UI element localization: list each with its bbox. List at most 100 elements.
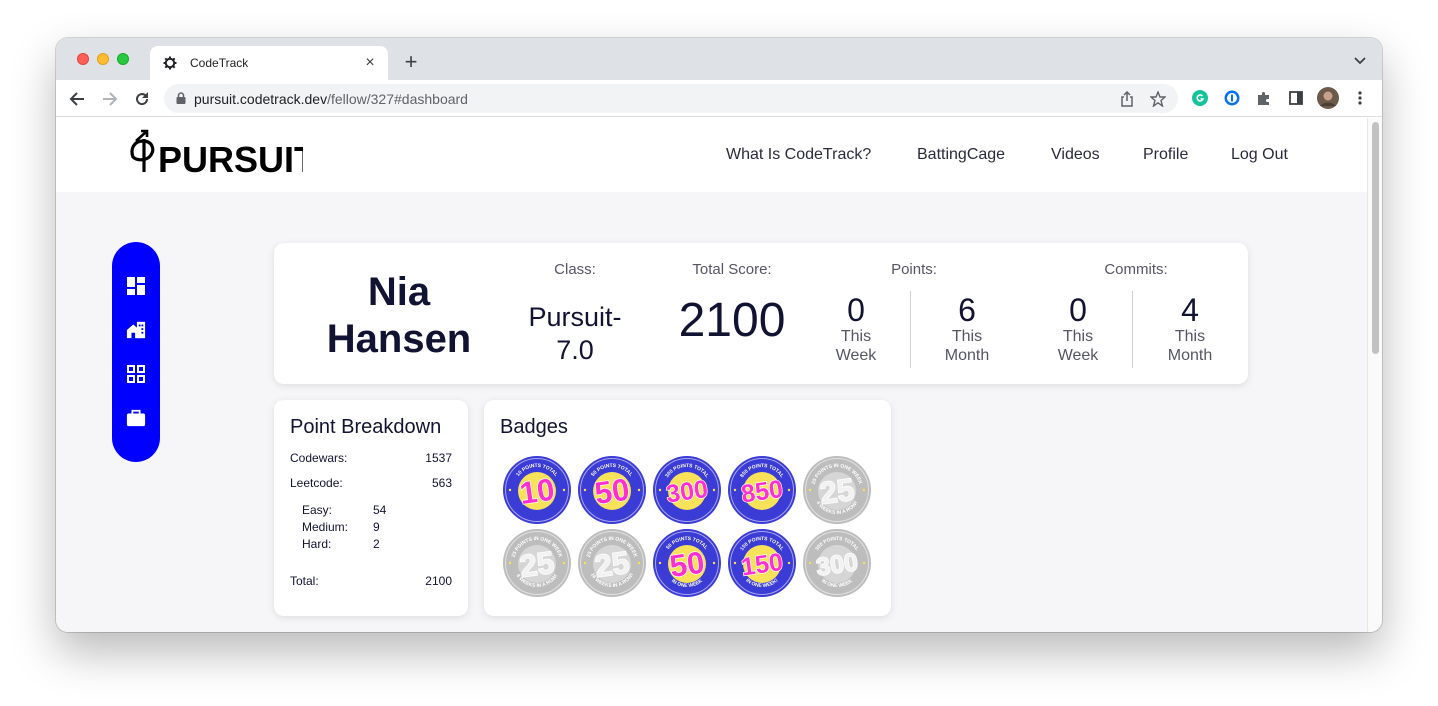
tab-close-icon[interactable]: ×	[360, 53, 380, 73]
badge-8[interactable]: 50 POINTS TOTAL IN ONE WEEK 50	[652, 528, 722, 598]
tab-title: CodeTrack	[190, 56, 249, 70]
commits-this-week: 0 This Week	[1028, 293, 1128, 365]
commits-this-month: 4 This Month	[1140, 293, 1240, 365]
commits-week-value: 0	[1069, 292, 1087, 328]
commits-label: Commits:	[1104, 261, 1168, 278]
easy-label: Easy:	[302, 503, 333, 517]
nav-battingcage[interactable]: BattingCage	[917, 146, 1005, 164]
briefcase-icon[interactable]	[126, 408, 146, 428]
badge-5[interactable]: 25 POINTS IN ONE WEEK 4 WEEKS IN A ROW! 25	[802, 455, 872, 525]
points-label: Points:	[891, 261, 937, 278]
medium-value: 9	[373, 520, 380, 534]
close-window-button[interactable]	[77, 53, 89, 65]
chevron-down-icon[interactable]	[1352, 52, 1368, 68]
browser-toolbar: pursuit.codetrack.dev/fellow/327#dashboa…	[56, 80, 1382, 117]
lock-icon	[176, 91, 186, 107]
browser-window: CodeTrack × + pursuit.codetrack.dev/fell…	[56, 38, 1382, 632]
grammarly-extension-icon[interactable]	[1191, 89, 1209, 107]
badges-card: Badges 10 POINTS TOTAL 10 50 POINTS TOTAL 5…	[484, 400, 891, 616]
badge-value: 850	[739, 475, 784, 509]
easy-value: 54	[373, 503, 387, 517]
badge-value: 25	[818, 472, 857, 511]
badge-4[interactable]: 850 POINTS TOTAL 850	[727, 455, 797, 525]
puzzle-extensions-icon[interactable]	[1255, 89, 1273, 107]
badge-7[interactable]: 25 POINTS IN ONE WEEK 16 WEEKS IN A ROW! 2…	[577, 528, 647, 598]
nav-profile[interactable]: Profile	[1143, 146, 1188, 164]
dashboard-icon[interactable]	[126, 276, 146, 296]
hard-value: 2	[373, 537, 380, 551]
point-breakdown-title: Point Breakdown	[290, 416, 442, 438]
new-tab-button[interactable]: +	[400, 51, 422, 73]
page-scrollbar[interactable]	[1367, 118, 1382, 632]
sidebar	[112, 242, 160, 462]
tab-codetrack[interactable]: CodeTrack ×	[150, 46, 388, 80]
badge-value: 150	[739, 548, 784, 582]
scrollbar-thumb[interactable]	[1372, 122, 1379, 354]
avatar[interactable]	[1317, 87, 1339, 109]
badge-value: 50	[668, 545, 707, 584]
badge-2[interactable]: 50 POINTS TOTAL 50	[577, 455, 647, 525]
month-label: Month	[1167, 347, 1213, 364]
home-work-icon[interactable]	[126, 320, 146, 340]
bookmark-star-icon[interactable]	[1149, 90, 1167, 108]
reload-icon[interactable]	[131, 88, 153, 110]
total-score-value: 2100	[678, 294, 786, 347]
codewars-value: 1537	[425, 451, 452, 465]
leetcode-label: Leetcode:	[290, 476, 343, 490]
class-value: Pursuit- 7.0	[510, 301, 640, 367]
divider	[910, 291, 911, 368]
address-bar[interactable]: pursuit.codetrack.dev/fellow/327#dashboa…	[164, 84, 1178, 113]
total-score-label: Total Score:	[692, 261, 772, 278]
codewars-label: Codewars:	[290, 451, 348, 465]
grid-icon[interactable]	[126, 364, 146, 384]
nav-videos[interactable]: Videos	[1051, 146, 1100, 164]
side-panel-icon[interactable]	[1287, 89, 1305, 107]
badge-value: 10	[518, 472, 557, 511]
badge-value: 25	[593, 545, 632, 584]
profile-summary-card: Nia Hansen Class: Pursuit- 7.0 Total Sco…	[274, 243, 1248, 384]
badge-value: 300	[664, 475, 709, 509]
more-menu-icon[interactable]	[1351, 89, 1369, 107]
total-label: Total:	[290, 574, 319, 588]
minimize-window-button[interactable]	[97, 53, 109, 65]
last-name: Hansen	[326, 317, 472, 361]
commits-month-value: 4	[1181, 292, 1199, 328]
back-arrow-icon[interactable]	[66, 88, 88, 110]
class-line-2: 7.0	[556, 335, 594, 365]
gear-icon	[162, 55, 178, 71]
class-line-1: Pursuit-	[528, 302, 622, 332]
badge-1[interactable]: 10 POINTS TOTAL 10	[502, 455, 572, 525]
page-viewport: PURSUIT What Is CodeTrack? BattingCage V…	[56, 118, 1367, 632]
pursuit-logo[interactable]: PURSUIT	[128, 128, 316, 180]
password-manager-extension-icon[interactable]	[1223, 89, 1241, 107]
badge-value: 25	[518, 545, 557, 584]
this-label: This	[1062, 328, 1094, 345]
forward-arrow-icon[interactable]	[99, 88, 121, 110]
hard-label: Hard:	[302, 537, 332, 551]
points-this-month: 6 This Month	[917, 293, 1017, 365]
week-label: Week	[1057, 347, 1099, 364]
tab-strip: CodeTrack × +	[56, 38, 1382, 80]
points-month-value: 6	[958, 292, 976, 328]
nav-log-out[interactable]: Log Out	[1231, 146, 1288, 164]
this-label: This	[1174, 328, 1206, 345]
share-icon[interactable]	[1118, 90, 1136, 108]
badge-6[interactable]: 25 POINTS IN ONE WEEK 8 WEEKS IN A ROW! 25	[502, 528, 572, 598]
badge-9[interactable]: 150 POINTS TOTAL IN ONE WEEK! 150	[727, 528, 797, 598]
first-name: Nia	[367, 270, 431, 314]
badge-3[interactable]: 300 POINTS TOTAL 300	[652, 455, 722, 525]
badges-title: Badges	[500, 416, 568, 438]
site-header: PURSUIT What Is CodeTrack? BattingCage V…	[56, 118, 1367, 192]
this-label: This	[840, 328, 872, 345]
maximize-window-button[interactable]	[117, 53, 129, 65]
nav-what-is-codetrack[interactable]: What Is CodeTrack?	[726, 146, 871, 164]
total-value: 2100	[425, 574, 452, 588]
month-label: Month	[944, 347, 990, 364]
this-label: This	[951, 328, 983, 345]
url-path: /fellow/327#dashboard	[327, 90, 468, 107]
logo-text: PURSUIT	[158, 139, 303, 178]
badge-10[interactable]: 300 POINTS TOTAL IN ONE WEEK 300	[802, 528, 872, 598]
badge-value: 50	[593, 472, 632, 511]
points-week-value: 0	[847, 292, 865, 328]
fellow-name: Nia Hansen	[304, 269, 494, 363]
